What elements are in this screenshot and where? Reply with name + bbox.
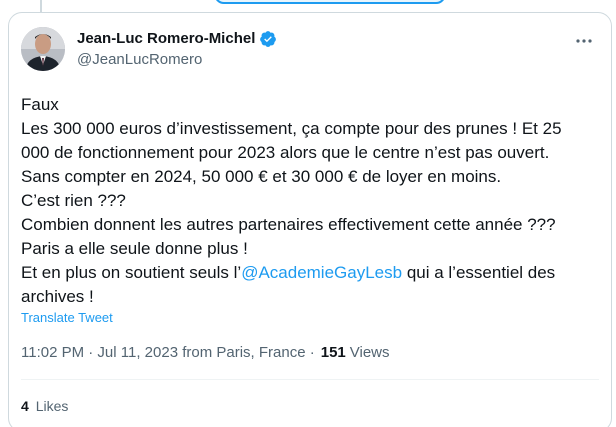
tweet-text-fragment: Et en plus on soutient seuls l’ (21, 263, 242, 282)
tweet-meta: 11:02 PM · Jul 11, 2023 from Paris, Fran… (21, 343, 390, 363)
divider (21, 379, 599, 380)
more-options-icon[interactable] (571, 31, 597, 51)
tweet-text: Faux Les 300 000 euros d’investissement,… (21, 93, 591, 309)
tweet-header: Jean-Luc Romero-Michel @JeanLucRomero (21, 27, 599, 75)
mention-link[interactable]: @AcademieGayLesb (241, 263, 402, 282)
verified-badge-icon[interactable] (259, 30, 277, 48)
views-label: Views (349, 344, 390, 361)
new-tweets-pill[interactable] (214, 0, 446, 4)
author-handle[interactable]: @JeanLucRomero (77, 50, 277, 70)
tweet-line: Les 300 000 euros d’investissement, ça c… (21, 119, 562, 162)
tweet-line: Sans compter en 2024, 50 000 € et 30 000… (21, 167, 502, 186)
tweet-line: Paris a elle seule donne plus ! (21, 239, 248, 258)
tweet-line: Faux (21, 95, 59, 114)
avatar-image (21, 27, 65, 71)
display-name[interactable]: Jean-Luc Romero-Michel (77, 29, 255, 49)
tweet-line: C’est rien ??? (21, 191, 126, 210)
likes-count: 4 (21, 398, 29, 414)
avatar[interactable] (21, 27, 65, 71)
page: Jean-Luc Romero-Michel @JeanLucRomero Fa… (0, 0, 616, 427)
author-names: Jean-Luc Romero-Michel @JeanLucRomero (77, 29, 277, 70)
timestamp[interactable]: 11:02 PM · Jul 11, 2023 from Paris, Fran… (21, 343, 315, 363)
likes-label: Likes (35, 398, 69, 414)
display-name-row: Jean-Luc Romero-Michel (77, 29, 277, 49)
tweet-line-with-mention: Et en plus on soutient seuls l’@Academie… (21, 261, 591, 309)
translate-tweet-link[interactable]: Translate Tweet (21, 310, 113, 326)
tweet-line: Combien donnent les autres partenaires e… (21, 215, 556, 234)
likes-stat[interactable]: 4 Likes (21, 397, 68, 415)
views-count: 151 (320, 344, 346, 361)
tweet-card[interactable]: Jean-Luc Romero-Michel @JeanLucRomero Fa… (8, 12, 612, 427)
